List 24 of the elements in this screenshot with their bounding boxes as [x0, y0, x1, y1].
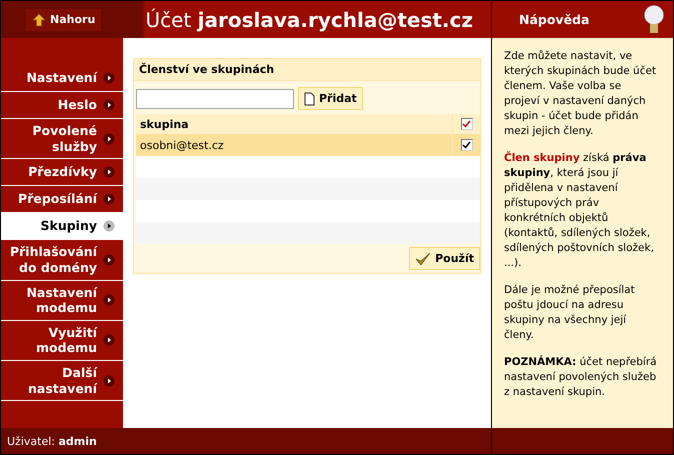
help-paragraph: Dále je možné přeposílat poštu jdoucí na adresu skupiny na všechny její členy.: [504, 283, 636, 343]
nav-item[interactable]: Skupiny: [1, 213, 123, 240]
apply-button[interactable]: Použít: [409, 247, 480, 270]
page-title: Účet jaroslava.rychla@test.cz: [145, 8, 473, 32]
user-label: Uživatel: admin: [7, 434, 97, 448]
help-paragraph: POZNÁMKA: účet nepřebírá nastavení povolených služeb z nastavení skupin.: [504, 355, 658, 400]
up-button[interactable]: Nahoru: [26, 8, 102, 30]
help-link[interactable]: Člen skupiny: [504, 152, 580, 164]
group-cell-text: osobni@test.cz: [139, 138, 225, 152]
row-checkbox[interactable]: [460, 139, 472, 151]
help-paragraph: Člen skupiny získá práva skupiny, která jsou jí přidělena v nastavení přístupových práv konkrétních objektů (kontaktů, sdílených složek, sdílených poštovních složek, ...).: [504, 151, 655, 271]
panel-title: Členství ve skupinách: [134, 59, 480, 81]
checkmark-icon: [415, 250, 432, 266]
group-input-field[interactable]: [136, 88, 294, 108]
up-arrow-icon: [32, 12, 46, 26]
light-bulb-icon: [643, 4, 665, 34]
help-paragraph: Zde můžete nastavit, ve kterých skupinách bude účet členem. Vaše volba se projeví v nastavení daných skupin - účet bude přidán mezi jejich členy.: [504, 49, 658, 139]
document-icon: [304, 92, 315, 106]
add-button[interactable]: Přidat: [298, 87, 363, 110]
help-title: Nápověda: [519, 12, 590, 27]
column-header: skupina: [139, 118, 190, 130]
nav-item[interactable]: Nastavení modemu: [1, 280, 123, 321]
select-all-checkbox[interactable]: [460, 118, 472, 130]
table-row[interactable]: osobni@test.cz: [136, 134, 480, 156]
